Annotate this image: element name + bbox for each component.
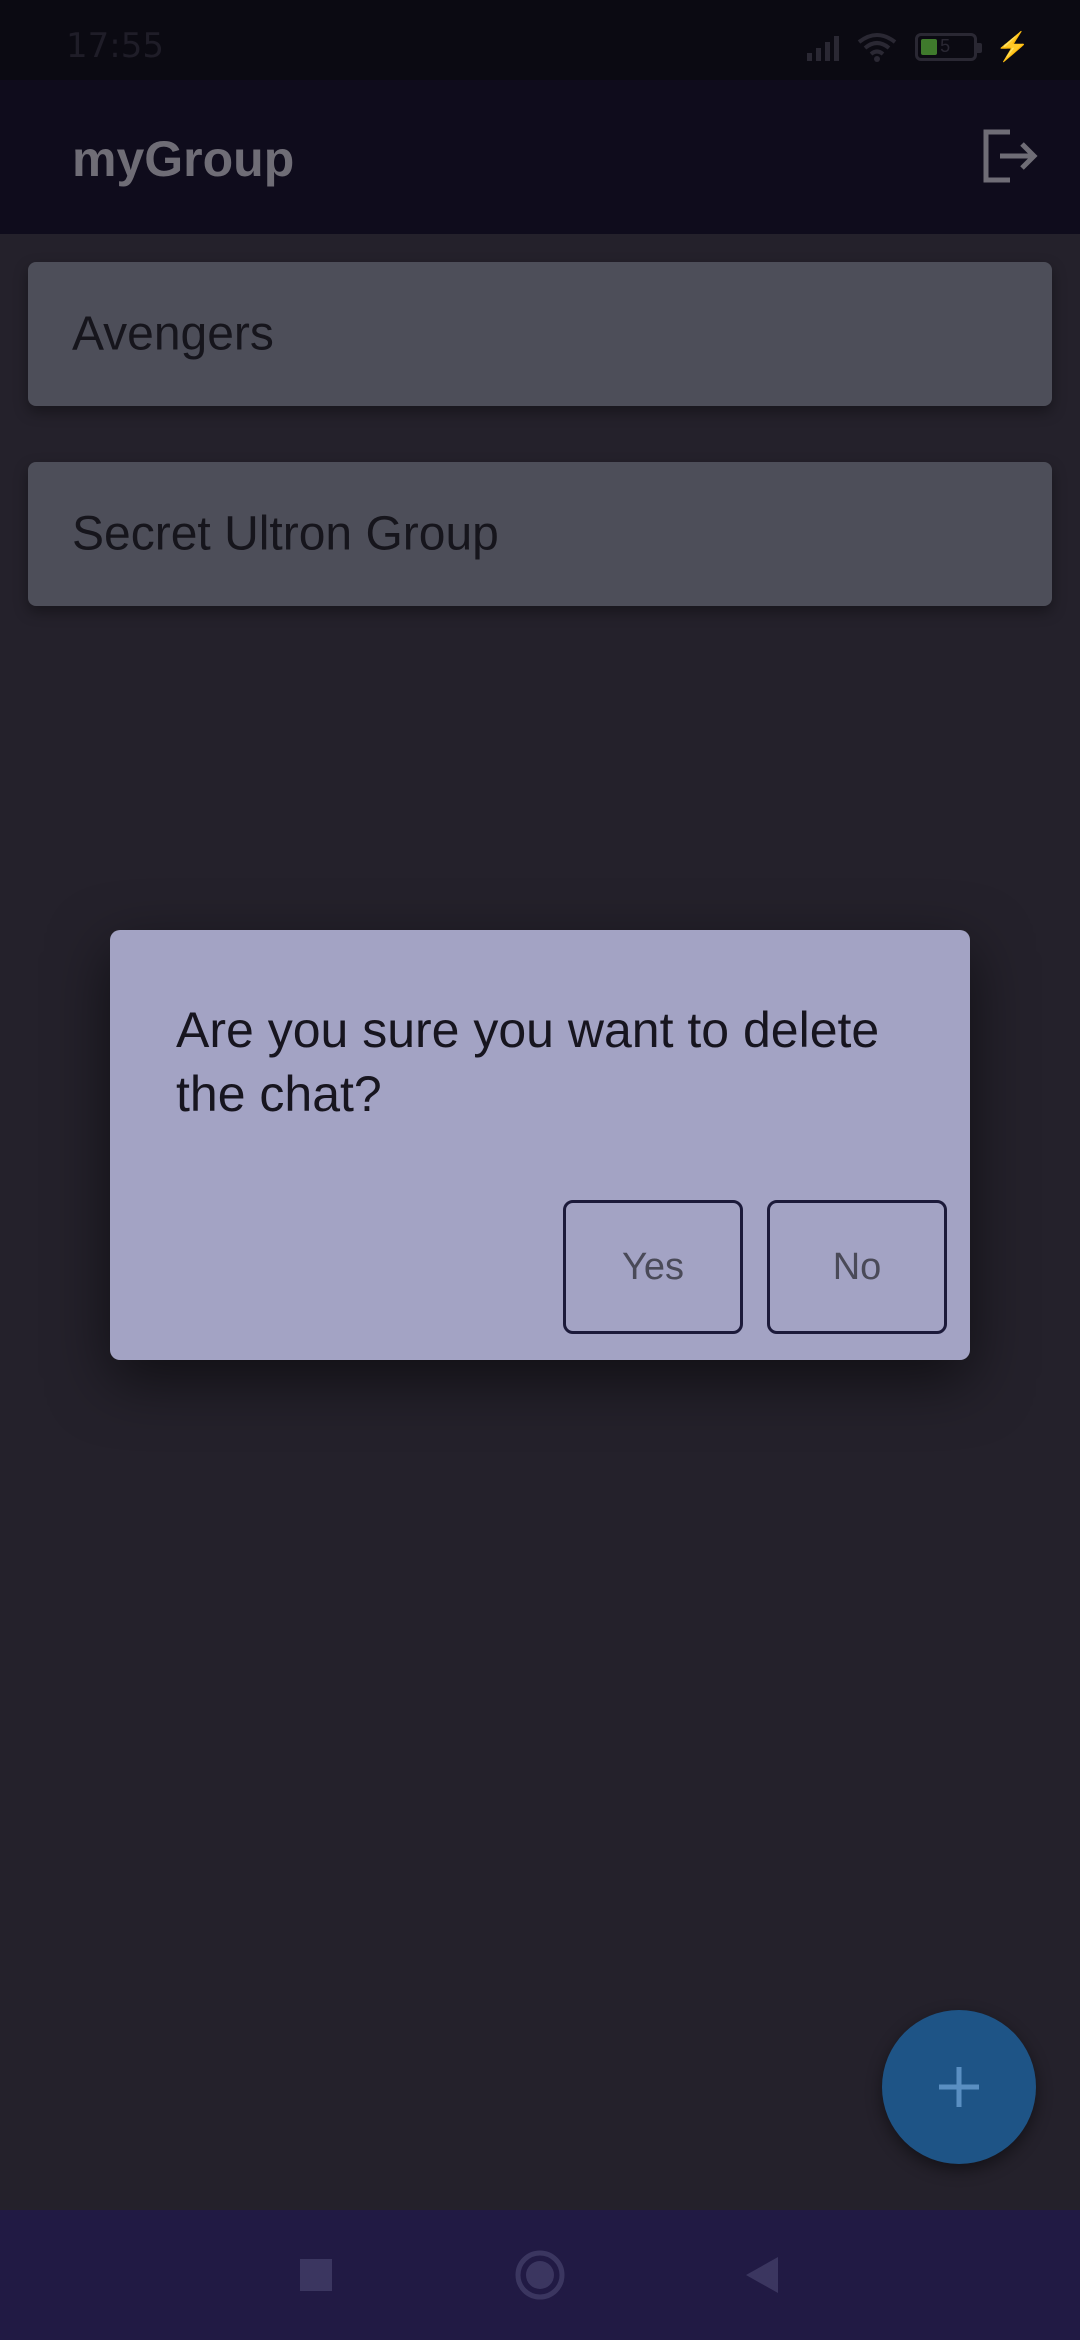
status-icons: 5 ⚡	[807, 30, 1030, 63]
status-bar: 17:55 5 ⚡	[0, 0, 1080, 80]
recents-square-icon	[300, 2259, 332, 2291]
home-circle-icon	[515, 2250, 565, 2300]
system-nav-bar	[0, 2210, 1080, 2340]
no-button[interactable]: No	[767, 1200, 947, 1334]
back-triangle-icon	[746, 2257, 778, 2293]
chat-item-avengers[interactable]: Avengers	[28, 262, 1052, 406]
delete-chat-dialog: Are you sure you want to delete the chat…	[110, 930, 970, 1360]
chat-item-label: Secret Ultron Group	[72, 507, 499, 561]
chat-item-label: Avengers	[72, 307, 274, 361]
app-bar: myGroup	[0, 80, 1080, 234]
wifi-icon	[857, 32, 897, 62]
battery-icon: 5	[915, 32, 983, 61]
charging-bolt-icon: ⚡	[995, 31, 1030, 62]
dialog-message: Are you sure you want to delete the chat…	[176, 1002, 880, 1122]
chat-item-secret-ultron-group[interactable]: Secret Ultron Group	[28, 462, 1052, 606]
logout-button[interactable]	[976, 122, 1044, 190]
logout-icon	[983, 129, 1038, 183]
add-chat-button[interactable]	[882, 2010, 1036, 2164]
back-button[interactable]	[732, 2245, 792, 2305]
home-button[interactable]	[510, 2245, 570, 2305]
signal-icon	[807, 33, 840, 61]
status-time: 17:55	[66, 26, 164, 66]
plus-icon	[939, 2067, 979, 2107]
app-title: myGroup	[72, 131, 295, 187]
battery-level: 5	[940, 36, 951, 56]
yes-button[interactable]: Yes	[563, 1200, 743, 1334]
recents-button[interactable]	[286, 2245, 346, 2305]
